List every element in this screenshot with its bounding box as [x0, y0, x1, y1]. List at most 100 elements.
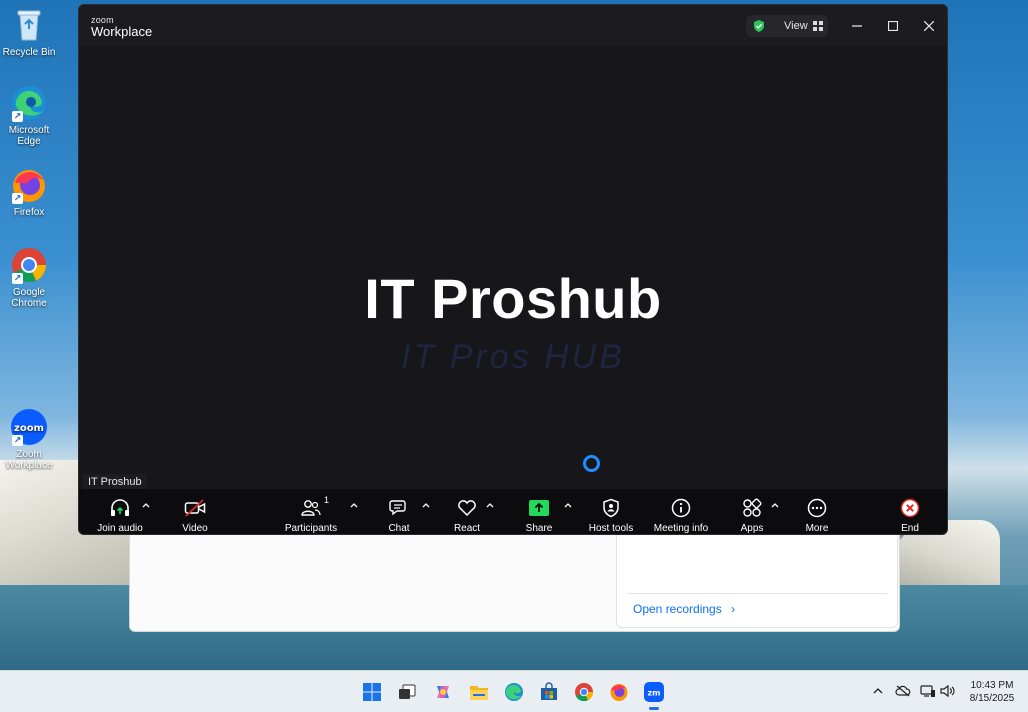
shortcut-arrow-icon: ↗ [12, 111, 23, 122]
minimize-button[interactable] [845, 15, 869, 37]
end-label: End [901, 523, 919, 534]
apps-button[interactable]: Apps [735, 489, 769, 534]
host-tools-button[interactable]: Host tools [583, 489, 639, 534]
chrome-icon [575, 683, 594, 702]
open-recordings-label: Open recordings [633, 602, 722, 616]
join-audio-options-caret-icon[interactable] [141, 501, 151, 509]
video-label: Video [182, 523, 208, 534]
share-button[interactable]: Share [521, 489, 557, 534]
info-icon [669, 497, 693, 519]
chrome-icon: ↗ [10, 246, 48, 284]
chat-options-caret-icon[interactable] [421, 501, 431, 509]
taskbar-store[interactable] [537, 680, 561, 704]
join-audio-button[interactable]: Join audio [95, 489, 145, 534]
more-label: More [805, 523, 829, 534]
tray-network[interactable] [920, 683, 936, 699]
apps-icon [740, 497, 764, 519]
minimize-icon [852, 25, 862, 27]
taskbar-firefox[interactable] [607, 680, 631, 704]
close-icon [924, 21, 934, 31]
meeting-info-label: Meeting info [653, 523, 709, 534]
video-button[interactable]: Video [175, 489, 215, 534]
tray-volume[interactable] [940, 683, 956, 699]
participants-label: Participants [284, 523, 338, 534]
task-view-button[interactable] [395, 680, 419, 704]
participants-count: 1 [323, 495, 329, 505]
participants-icon: 1 [299, 495, 329, 519]
show-hidden-icons-button[interactable] [870, 683, 886, 699]
react-label: React [453, 523, 481, 534]
end-meeting-button[interactable]: End [894, 489, 926, 534]
clock-time: 10:43 PM [970, 680, 1014, 691]
stage-title: IT Proshub [364, 267, 662, 330]
store-icon [541, 682, 557, 700]
volume-icon [940, 684, 955, 698]
desktop-icon-google-chrome[interactable]: ↗ Google Chrome [2, 246, 56, 309]
meeting-toolbar: Join audio Video 1 Participants Chat Rea… [79, 489, 947, 534]
react-button[interactable]: React [449, 489, 485, 534]
view-label: View [784, 20, 808, 32]
file-explorer-icon [470, 686, 488, 700]
shortcut-arrow-icon: ↗ [12, 435, 23, 446]
shortcut-arrow-icon: ↗ [12, 273, 23, 284]
host-tools-label: Host tools [588, 523, 634, 534]
taskbar-chrome[interactable] [572, 680, 596, 704]
open-recordings-link[interactable]: Open recordings › [633, 602, 735, 616]
firefox-icon: ↗ [10, 166, 48, 204]
meeting-info-button[interactable]: Meeting info [651, 489, 711, 534]
chevron-up-icon [873, 688, 883, 694]
taskbar-file-explorer[interactable] [467, 680, 491, 704]
desktop-icon-label: Google Chrome [11, 287, 47, 309]
meeting-stage: IT Proshub IT Pros HUB IT Proshub [79, 46, 947, 490]
participants-button[interactable]: 1 Participants [281, 489, 341, 534]
start-icon [363, 683, 381, 701]
shortcut-arrow-icon: ↗ [12, 193, 23, 204]
loading-spinner-icon [583, 455, 600, 472]
tray-cloud[interactable] [895, 683, 911, 699]
taskbar-copilot[interactable] [431, 680, 455, 704]
view-button[interactable]: View [746, 15, 828, 37]
zoom-app-icon: zoom ↗ [10, 408, 48, 446]
taskbar-zoom[interactable]: zm [642, 680, 666, 710]
zoom-brand-workplace: Workplace [91, 24, 153, 39]
chat-bubbles-icon [387, 497, 411, 519]
zoom-meeting-window: zoom Workplace View IT Proshub IT Pros H… [78, 4, 948, 535]
close-button[interactable] [917, 15, 941, 37]
stage-watermark: IT Pros HUB [401, 338, 625, 376]
more-button[interactable]: More [801, 489, 833, 534]
recordings-panel: Open recordings › [616, 520, 898, 628]
start-button[interactable] [360, 680, 384, 704]
edge-icon [505, 683, 523, 701]
desktop-icon-zoom-workplace[interactable]: zoom ↗ Zoom Workplace [2, 408, 56, 471]
participants-options-caret-icon[interactable] [349, 501, 359, 509]
chat-label: Chat [388, 523, 410, 534]
task-view-icon [399, 684, 416, 699]
recycle-bin-icon [10, 6, 48, 44]
desktop-icon-microsoft-edge[interactable]: ↗ Microsoft Edge [2, 84, 56, 147]
svg-text:zm: zm [648, 689, 661, 698]
taskbar-edge[interactable] [502, 680, 526, 704]
desktop-icon-recycle-bin[interactable]: Recycle Bin [2, 6, 56, 58]
panel-divider [627, 593, 887, 594]
taskbar-clock[interactable]: 10:43 PM 8/15/2025 [962, 679, 1022, 705]
clock-date: 8/15/2025 [969, 693, 1015, 704]
apps-options-caret-icon[interactable] [770, 501, 780, 509]
host-shield-icon [599, 497, 623, 519]
desktop-icon-label: Recycle Bin [2, 47, 56, 58]
desktop-icon-firefox[interactable]: ↗ Firefox [2, 166, 56, 218]
headphones-icon [108, 497, 132, 519]
network-icon [920, 685, 935, 697]
maximize-icon [888, 21, 898, 31]
zoom-icon: zm [644, 682, 664, 702]
more-dots-icon [805, 497, 829, 519]
copilot-icon [437, 686, 449, 698]
view-grid-icon [812, 21, 823, 31]
chat-button[interactable]: Chat [381, 489, 417, 534]
desktop-icon-label: Firefox [13, 207, 45, 218]
zoom-titlebar: zoom Workplace View [79, 5, 947, 46]
svg-text:zoom: zoom [14, 423, 44, 434]
share-options-caret-icon[interactable] [563, 501, 573, 509]
maximize-button[interactable] [881, 15, 905, 37]
react-options-caret-icon[interactable] [485, 501, 495, 509]
background-app-window: Open recordings › [129, 520, 900, 632]
